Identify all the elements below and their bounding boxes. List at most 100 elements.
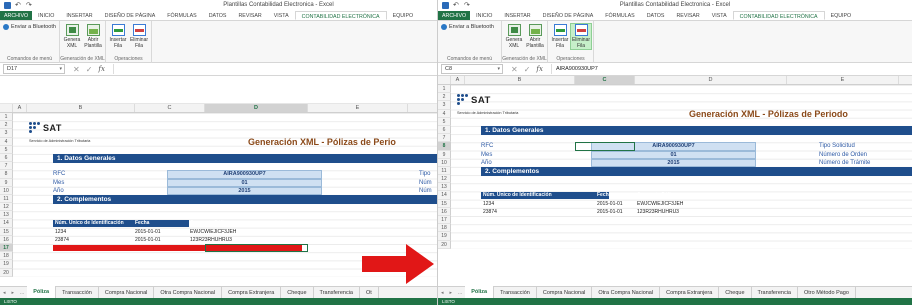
row-header[interactable]: 16 (438, 207, 451, 216)
row-header[interactable]: 19 (0, 260, 13, 269)
row-header[interactable]: 12 (0, 203, 13, 212)
row-header[interactable]: 15 (438, 199, 451, 208)
anio-value[interactable]: 2015 (167, 186, 322, 195)
confirm-icon[interactable]: ✓ (86, 65, 93, 74)
row-header[interactable]: 11 (0, 194, 13, 204)
cancel-icon[interactable]: ✕ (73, 65, 80, 74)
column-header[interactable]: E (308, 104, 408, 112)
column-header[interactable]: F (899, 76, 912, 84)
column-header[interactable]: D (205, 104, 308, 112)
row-header[interactable]: 14 (0, 219, 13, 228)
sheet-tab[interactable]: Cheque (281, 286, 314, 299)
bluetooth-button[interactable]: Enviar a Bluetooth (441, 24, 494, 30)
row-header[interactable]: 19 (438, 232, 451, 241)
ribbon-tab[interactable]: INICIO (470, 11, 498, 20)
sheet-tab[interactable]: Compra Extranjera (222, 286, 282, 299)
name-box[interactable]: D17 (3, 64, 65, 74)
column-header[interactable]: B (27, 104, 135, 112)
ribbon-tab[interactable]: VISTA (268, 11, 295, 20)
ribbon-tab[interactable]: INSERTAR (60, 11, 98, 20)
row-header[interactable]: 1 (0, 113, 13, 122)
row-header[interactable]: 20 (0, 268, 13, 277)
table-cell[interactable]: 1234 (483, 200, 494, 208)
column-header[interactable]: C (135, 104, 205, 112)
row-header[interactable]: 13 (0, 211, 13, 220)
ribbon-tab[interactable]: DISEÑO DE PÁGINA (537, 11, 600, 20)
column-header[interactable]: B (465, 76, 575, 84)
eliminar-fila-button[interactable]: Eliminar Fila (129, 24, 149, 49)
row-header[interactable]: 8 (0, 170, 13, 179)
sheet-nav-button[interactable]: ◂ (438, 290, 447, 296)
sheet-nav-button[interactable]: ◂ (0, 290, 9, 296)
sheet-tab[interactable]: Transacción (56, 286, 99, 299)
table-cell[interactable]: 2015-01-01 (135, 236, 161, 244)
sheet-cells[interactable]: SAT Servicio de Administración Tributaria… (451, 85, 912, 249)
ribbon-tab[interactable]: FÓRMULAS (161, 11, 202, 20)
ribbon-tab[interactable]: REVISAR (232, 11, 267, 20)
row-header[interactable]: 4 (0, 137, 13, 146)
genera-xml-button[interactable]: Genera XML (62, 24, 82, 49)
sheet-tab[interactable]: Transferencia (752, 286, 798, 299)
sheet-tab[interactable]: Transacción (494, 286, 537, 299)
sheet-tab[interactable]: Ot (360, 286, 379, 299)
ribbon-tab[interactable]: ARCHIVO (0, 11, 33, 20)
row-header[interactable]: 7 (438, 134, 451, 143)
column-header[interactable]: E (787, 76, 899, 84)
cancel-icon[interactable]: ✕ (511, 65, 518, 74)
ribbon-tab[interactable]: VISTA (706, 11, 733, 20)
formula-input[interactable]: AIRA900930UP7 (550, 64, 912, 74)
ribbon-tab[interactable]: ARCHIVO (438, 11, 471, 20)
table-cell[interactable]: 2015-01-01 (135, 228, 161, 236)
table-cell[interactable]: 23874 (483, 208, 497, 216)
table-cell[interactable]: 2015-01-01 (597, 200, 623, 208)
ribbon-tab[interactable]: DISEÑO DE PÁGINA (99, 11, 162, 20)
undo-icon[interactable]: ↶ (15, 2, 22, 9)
column-header[interactable]: A (13, 104, 27, 112)
name-box[interactable]: C8 (441, 64, 503, 74)
insert-function-icon[interactable]: fx (536, 65, 543, 73)
insertar-fila-button[interactable]: Insertar Fila (108, 24, 128, 49)
table-cell[interactable]: 23874 (55, 236, 69, 244)
sheet-tab[interactable]: Compra Nacional (537, 286, 593, 299)
ribbon-tab[interactable]: INSERTAR (498, 11, 536, 20)
row-header[interactable]: 10 (0, 186, 13, 195)
sheet-nav-button[interactable]: ▸ (447, 290, 456, 296)
column-header[interactable]: D (635, 76, 787, 84)
table-cell[interactable]: EWJCWIEJICF3JEH (190, 228, 236, 236)
ribbon-tab[interactable]: CONTABILIDAD ELECTRÓNICA (294, 11, 387, 20)
row-header[interactable]: 11 (438, 166, 451, 176)
sheet-tab[interactable]: Otra Compra Nacional (592, 286, 661, 299)
row-header[interactable]: 5 (438, 117, 451, 126)
row-header[interactable]: 2 (0, 121, 13, 130)
table-cell[interactable]: 2015-01-01 (597, 208, 623, 216)
sheet-tab[interactable]: Otro Método Pago (798, 286, 856, 299)
sheet-tab[interactable]: Compra Nacional (99, 286, 155, 299)
insert-function-icon[interactable]: fx (98, 65, 105, 73)
row-header[interactable]: 6 (438, 125, 451, 135)
abrir-plantilla-button[interactable]: Abrir Plantilla (83, 24, 103, 49)
row-header[interactable]: 5 (0, 145, 13, 154)
ribbon-tab[interactable]: DATOS (641, 11, 671, 20)
row-header[interactable]: 4 (438, 109, 451, 118)
row-header[interactable]: 20 (438, 240, 451, 249)
anio-value[interactable]: 2015 (591, 158, 756, 167)
row-header[interactable]: 14 (438, 191, 451, 200)
row-header[interactable]: 3 (438, 101, 451, 110)
mes-value[interactable]: 01 (167, 178, 322, 187)
active-cell[interactable] (205, 244, 308, 253)
formula-input[interactable] (112, 64, 437, 74)
confirm-icon[interactable]: ✓ (524, 65, 531, 74)
table-cell[interactable]: 1234 (55, 228, 66, 236)
abrir-plantilla-button[interactable]: Abrir Plantilla (525, 24, 545, 49)
row-header[interactable]: 17 (438, 216, 451, 225)
ribbon-tab[interactable]: FÓRMULAS (599, 11, 640, 20)
sheet-nav-button[interactable]: ... (17, 290, 27, 296)
ribbon-tab[interactable]: CONTABILIDAD ELECTRÓNICA (732, 11, 825, 20)
insertar-fila-button[interactable]: Insertar Fila (550, 24, 570, 49)
eliminar-fila-button[interactable]: Eliminar Fila (570, 23, 592, 50)
redo-icon[interactable]: ↷ (26, 2, 33, 9)
ribbon-tab[interactable]: INICIO (32, 11, 60, 20)
row-header[interactable]: 6 (0, 153, 13, 163)
select-all-corner[interactable] (0, 104, 13, 112)
row-header[interactable]: 12 (438, 175, 451, 184)
